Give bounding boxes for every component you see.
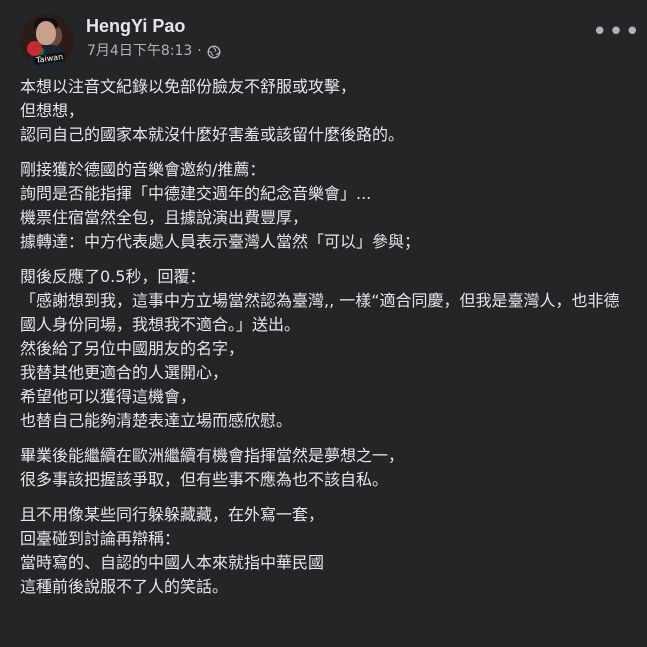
meta-separator: · — [197, 43, 202, 59]
post-line: 據轉達：中方代表處人員表示臺灣人當然「可以」參與； — [20, 232, 421, 251]
post-line: 也替自己能夠清楚表達立場而感欣慰。 — [20, 411, 293, 430]
facebook-post: Taiwan HengYi Pao 7月4日下午8:13 · ••• 本想以注音… — [0, 0, 647, 647]
post-line: 畢業後能繼續在歐洲繼續有機會指揮當然是夢想之一， — [20, 446, 405, 465]
post-line: 我替其他更適合的人選開心， — [20, 363, 229, 382]
post-line: 這種前後說服不了人的笑話。 — [20, 577, 229, 596]
post-timestamp[interactable]: 7月4日下午8:13 — [87, 42, 192, 60]
post-paragraph: 閱後反應了0.5秒，回覆： 「感謝想到我，這事中方立場當然認為臺灣,, 一樣“適… — [20, 265, 627, 433]
post-paragraph: 本想以注音文紀錄以免部份臉友不舒服或攻擊， 但想想， 認同自己的國家本就沒什麼好… — [20, 75, 627, 147]
globe-icon[interactable] — [207, 45, 221, 59]
author-avatar[interactable]: Taiwan — [20, 14, 74, 68]
post-line: 認同自己的國家本就沒什麼好害羞或該留什麼後路的。 — [20, 125, 405, 144]
post-paragraph: 畢業後能繼續在歐洲繼續有機會指揮當然是夢想之一， 很多事該把握該爭取，但有些事不… — [20, 444, 627, 492]
avatar-flower — [27, 41, 42, 56]
post-line: 當時寫的、自認的中國人本來就指中華民國 — [20, 553, 325, 572]
more-horizontal-icon: ••• — [592, 17, 642, 47]
post-line: 且不用像某些同行躲躲藏藏，在外寫一套， — [20, 505, 325, 524]
post-line: 詢問是否能指揮「中德建交週年的紀念音樂會」... — [20, 184, 372, 203]
post-line: 然後給了另位中國朋友的名字， — [20, 339, 245, 358]
post-line: 回臺碰到討論再辯稱： — [20, 529, 181, 548]
post-line: 剛接獲於德國的音樂會邀約/推薦： — [20, 160, 266, 179]
avatar-face — [36, 21, 56, 45]
post-line: 「感謝想到我，這事中方立場當然認為臺灣,, 一樣“適合同慶，但我是臺灣人，也非德… — [20, 291, 620, 334]
post-meta: 7月4日下午8:13 · — [87, 42, 221, 60]
post-line: 本想以注音文紀錄以免部份臉友不舒服或攻擊， — [20, 77, 357, 96]
post-line: 閱後反應了0.5秒，回覆： — [20, 267, 206, 286]
post-paragraph: 剛接獲於德國的音樂會邀約/推薦： 詢問是否能指揮「中德建交週年的紀念音樂會」..… — [20, 158, 627, 254]
post-paragraph: 且不用像某些同行躲躲藏藏，在外寫一套， 回臺碰到討論再辯稱： 當時寫的、自認的中… — [20, 503, 627, 599]
post-line: 但想想， — [20, 101, 85, 120]
post-line: 很多事該把握該爭取，但有些事不應為也不該自私。 — [20, 470, 389, 489]
post-line: 希望他可以獲得這機會， — [20, 387, 197, 406]
post-content: 本想以注音文紀錄以免部份臉友不舒服或攻擊， 但想想， 認同自己的國家本就沒什麼好… — [20, 75, 627, 610]
more-options-button[interactable]: ••• — [592, 19, 640, 47]
post-line: 機票住宿當然全包，且據說演出費豐厚， — [20, 208, 309, 227]
author-name[interactable]: HengYi Pao — [86, 15, 185, 37]
